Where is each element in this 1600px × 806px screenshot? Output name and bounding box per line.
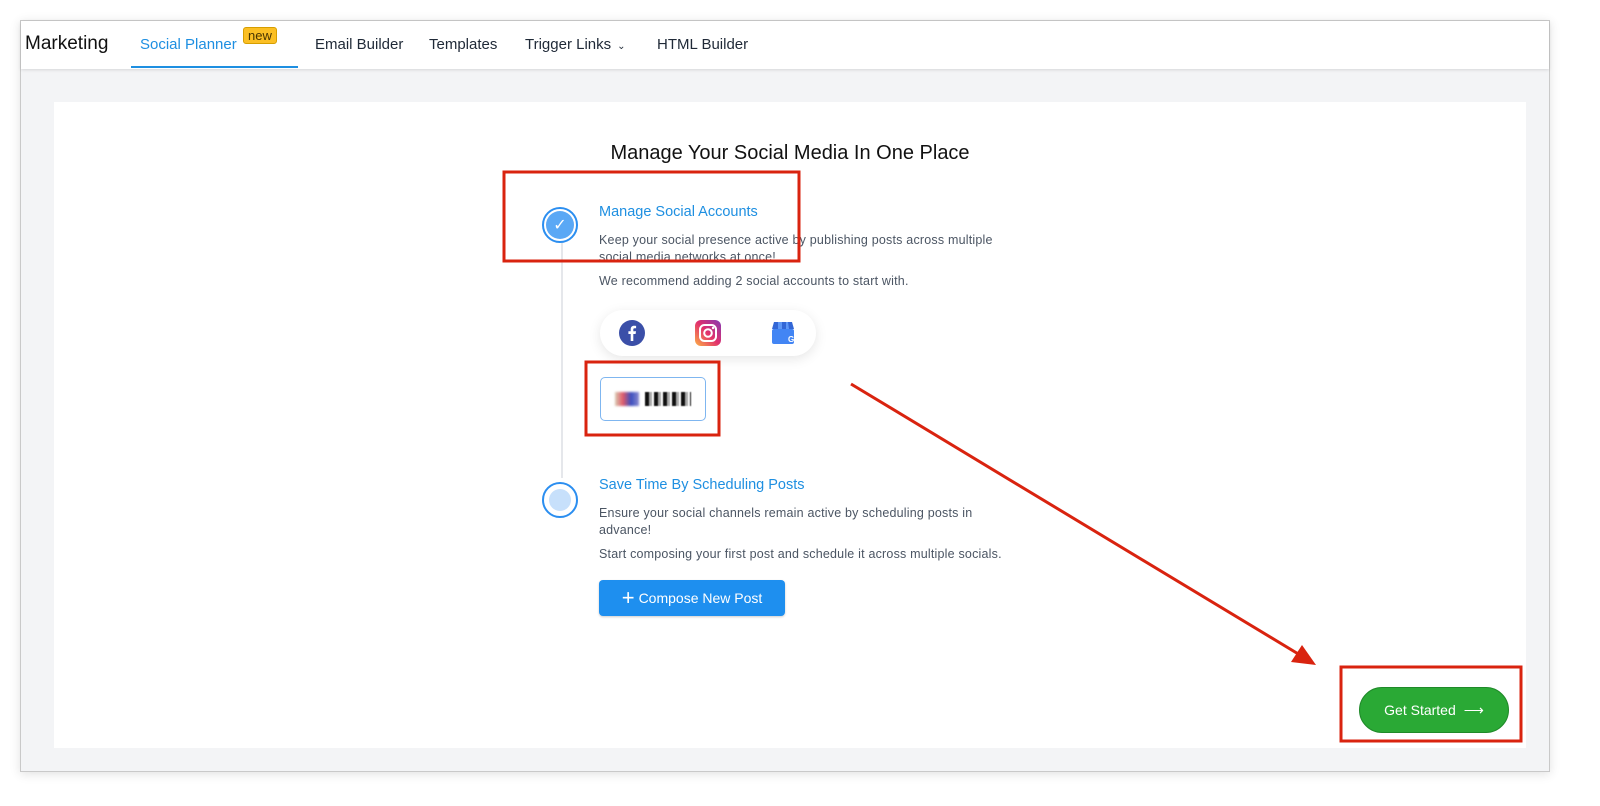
social-accounts-bar: G: [600, 310, 816, 356]
step1-heading: Manage Social Accounts: [599, 204, 758, 220]
redacted-label: [645, 392, 691, 406]
tab-templates[interactable]: Templates: [429, 36, 497, 53]
facebook-icon[interactable]: [619, 320, 645, 346]
connect-account-button[interactable]: [600, 377, 706, 421]
step2-text: Ensure your social channels remain activ…: [599, 506, 973, 537]
app-title: Marketing: [25, 33, 109, 54]
tab-html-builder[interactable]: HTML Builder: [657, 36, 748, 53]
chevron-down-icon: ⌄: [617, 41, 626, 52]
step1-status: ✓: [542, 207, 578, 243]
onboarding-card: Manage Your Social Media In One Place ✓ …: [54, 102, 1526, 748]
step1-recommend: We recommend adding 2 social accounts to…: [599, 274, 909, 288]
tab-trigger-links[interactable]: Trigger Links ⌄: [525, 36, 626, 53]
get-started-button[interactable]: Get Started ⟶: [1359, 687, 1509, 733]
new-badge: new: [243, 27, 277, 44]
check-icon: ✓: [546, 211, 574, 239]
step2-compose-hint: Start composing your first post and sche…: [599, 547, 1002, 561]
get-started-label: Get Started: [1384, 702, 1456, 718]
svg-text:G: G: [788, 335, 794, 344]
step2-status: [542, 482, 578, 518]
google-business-icon[interactable]: G: [770, 320, 796, 346]
tab-social-planner[interactable]: Social Planner: [140, 36, 237, 53]
tab-email-builder[interactable]: Email Builder: [315, 36, 403, 53]
step1-text: Keep your social presence active by publ…: [599, 233, 993, 264]
pending-dot-icon: [549, 489, 571, 511]
page-title: Manage Your Social Media In One Place: [610, 142, 970, 164]
instagram-icon[interactable]: [695, 320, 721, 346]
redacted-logo: [615, 392, 639, 406]
plus-icon: +: [621, 585, 635, 610]
arrow-right-icon: ⟶: [1463, 701, 1484, 718]
step-connector: [561, 238, 563, 478]
app-window: Marketing Social Planner new Email Build…: [20, 20, 1550, 772]
tab-label: Trigger Links: [525, 36, 612, 53]
active-tab-indicator: [131, 66, 298, 68]
top-nav: Marketing Social Planner new Email Build…: [21, 21, 1549, 69]
compose-new-post-button[interactable]: + Compose New Post: [599, 580, 785, 616]
compose-label: Compose New Post: [638, 590, 763, 606]
step2-heading: Save Time By Scheduling Posts: [599, 477, 805, 493]
